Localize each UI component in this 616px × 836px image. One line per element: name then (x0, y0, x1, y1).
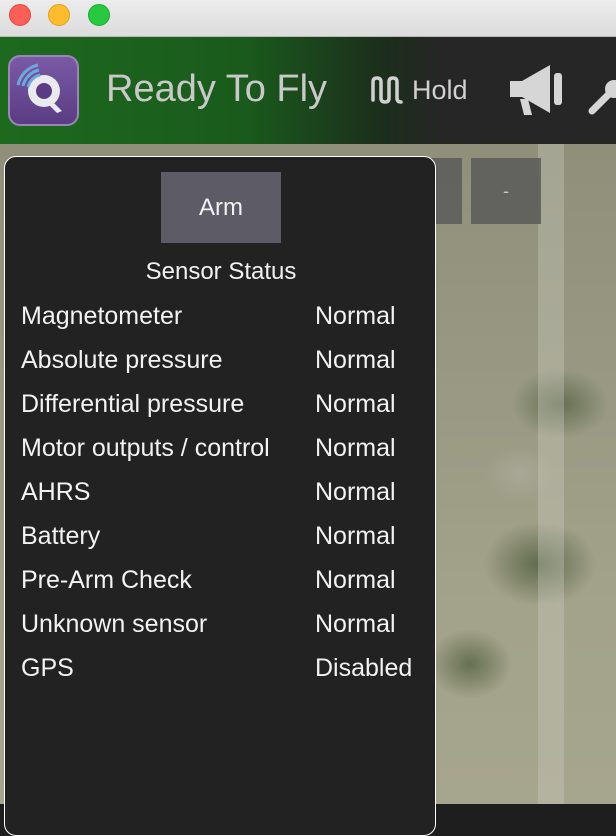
sensor-row: Battery Normal (5, 521, 435, 565)
sensor-status: Normal (315, 390, 396, 418)
window-minimize-button[interactable] (48, 4, 70, 26)
sensor-name: Absolute pressure (21, 346, 223, 374)
vehicle-status-text[interactable]: Ready To Fly (106, 67, 327, 111)
sensor-status: Normal (315, 434, 396, 462)
sensor-status: Normal (315, 346, 396, 374)
arm-button[interactable]: Arm (161, 172, 281, 243)
sensor-name: Motor outputs / control (21, 434, 270, 462)
sensor-name: GPS (21, 654, 74, 682)
sensor-name: Unknown sensor (21, 610, 208, 638)
sensor-row: AHRS Normal (5, 477, 435, 521)
panel-title: Sensor Status (145, 258, 297, 285)
qgc-logo-icon[interactable] (8, 55, 79, 126)
wrench-icon[interactable] (588, 77, 616, 117)
sensor-row: Motor outputs / control Normal (5, 433, 435, 477)
sensor-row: Magnetometer Normal (5, 301, 435, 345)
main-toolbar: Ready To Fly Hold (0, 37, 616, 144)
sensor-name: AHRS (21, 478, 91, 506)
sensor-row: Pre-Arm Check Normal (5, 565, 435, 609)
sensor-row: Unknown sensor Normal (5, 609, 435, 653)
sensor-status: Normal (315, 566, 396, 594)
flight-mode-selector[interactable]: Hold (370, 75, 468, 105)
sensor-status: Normal (315, 478, 396, 506)
sensor-status: Normal (315, 522, 396, 550)
sensor-status: Normal (315, 610, 396, 638)
sensor-name: Pre-Arm Check (21, 566, 192, 594)
sensor-row: GPS Disabled (5, 653, 435, 697)
sensor-status: Normal (315, 302, 396, 330)
map-road (538, 144, 564, 804)
zoom-out-button[interactable]: - (471, 158, 541, 224)
sensor-row: Absolute pressure Normal (5, 345, 435, 389)
sensor-row: Differential pressure Normal (5, 389, 435, 433)
hold-mode-icon (371, 76, 403, 104)
sensor-name: Battery (21, 522, 101, 550)
sensor-name: Magnetometer (21, 302, 183, 330)
megaphone-icon[interactable] (506, 59, 566, 119)
window-maximize-button[interactable] (88, 4, 110, 26)
sensor-name: Differential pressure (21, 390, 245, 418)
sensor-status-panel: Arm Sensor Status Magnetometer Normal Ab… (4, 156, 436, 836)
sensor-status: Disabled (315, 654, 413, 682)
window-titlebar (0, 0, 616, 37)
flight-mode-label: Hold (412, 74, 468, 105)
window-close-button[interactable] (9, 4, 31, 26)
